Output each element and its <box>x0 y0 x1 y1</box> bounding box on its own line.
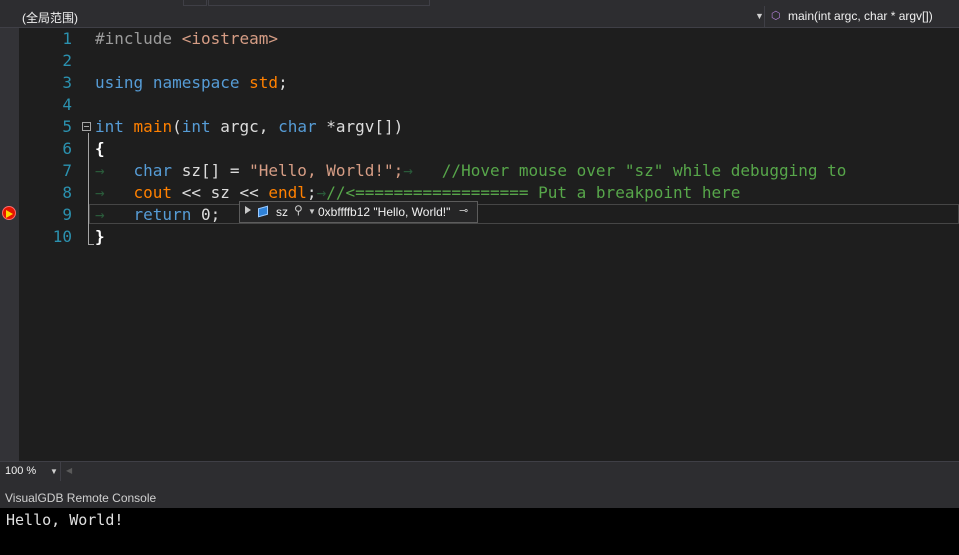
outline-guide-end <box>88 244 94 245</box>
line-number: 2 <box>62 51 72 70</box>
keyword: char <box>133 161 173 180</box>
string-literal: "Hello, World!"; <box>249 161 404 180</box>
return-value: 0; <box>191 205 221 224</box>
comment: //<================== Put a breakpoint h… <box>326 183 741 202</box>
namespace-name: std <box>249 73 279 92</box>
punctuation: , <box>258 117 269 136</box>
code-editor[interactable]: 1 2 3 4 5 6 7 8 9 10 #include <iostream>… <box>0 28 959 461</box>
tab-marker: → <box>95 205 134 224</box>
include-header: <iostream> <box>181 29 279 48</box>
line-number: 3 <box>62 73 72 92</box>
magnifier-icon[interactable]: ⚲ <box>294 203 303 217</box>
identifier: endl <box>268 183 307 202</box>
line-number: 10 <box>52 227 72 246</box>
pin-icon[interactable]: ⊸ <box>459 204 468 217</box>
identifier: cout <box>133 183 173 202</box>
glyph-margin[interactable] <box>0 28 19 461</box>
code-line-1[interactable]: #include <iostream> <box>95 28 278 50</box>
keyword: namespace <box>152 73 240 92</box>
punctuation: ; <box>278 73 288 92</box>
console-output: Hello, World! <box>6 511 124 529</box>
operator: << <box>172 183 211 202</box>
datatip-variable-name: sz <box>276 205 288 219</box>
open-brace: { <box>95 139 105 158</box>
preprocessor-directive: #include <box>95 29 173 48</box>
keyword: return <box>133 205 192 224</box>
tab-marker: → <box>95 183 134 202</box>
code-line-3[interactable]: using namespace std; <box>95 72 288 94</box>
function-label: main(int argc, char * argv[]) <box>788 9 933 23</box>
keyword: char <box>278 117 317 136</box>
tab-marker: → <box>403 161 442 180</box>
identifier: sz <box>210 183 230 202</box>
outline-guide <box>88 133 89 245</box>
zoom-level: 100 % <box>5 465 37 477</box>
tab-marker: → <box>316 183 327 202</box>
line-number: 7 <box>62 161 72 180</box>
scope-dropdown[interactable]: (全局范围) ▼ <box>0 6 764 27</box>
line-number: 9 <box>62 205 72 224</box>
code-line-9[interactable]: → return 0; <box>95 204 220 226</box>
line-number: 1 <box>62 29 72 48</box>
declaration: sz[] = <box>181 161 250 180</box>
code-line-7[interactable]: → char sz[] = "Hello, World!";→ //Hover … <box>95 160 846 182</box>
punctuation: ( <box>172 117 182 136</box>
code-line-10[interactable]: } <box>95 226 105 248</box>
code-line-5[interactable]: int main(int argc, char *argv[]) <box>95 116 403 138</box>
method-icon: ⬡ <box>771 10 781 22</box>
parameter: *argv[]) <box>326 117 404 136</box>
keyword: int <box>181 117 211 136</box>
remote-console[interactable]: Hello, World! <box>0 508 959 555</box>
expand-arrow-icon[interactable] <box>245 206 251 214</box>
editor-zoom-bar: 100 % ▼ ◀ <box>0 461 959 482</box>
comment: //Hover mouse over "sz" while debugging … <box>441 161 847 180</box>
line-number: 4 <box>62 95 72 114</box>
chevron-down-icon[interactable]: ▼ <box>50 467 58 476</box>
code-line-6[interactable]: { <box>95 138 105 160</box>
close-brace: } <box>95 227 105 246</box>
chevron-down-icon[interactable]: ▼ <box>308 207 316 216</box>
punctuation: ; <box>306 183 317 202</box>
scope-label: (全局范围) <box>22 11 78 25</box>
zoom-dropdown[interactable]: 100 % ▼ <box>0 462 61 481</box>
tool-window-header: VisualGDB Remote Console <box>0 488 959 508</box>
function-dropdown[interactable]: ⬡ main(int argc, char * argv[]) <box>766 6 959 27</box>
operator: << <box>229 183 269 202</box>
function-name: main <box>133 117 173 136</box>
collapse-outline-toggle[interactable] <box>82 122 91 131</box>
scroll-left-icon[interactable]: ◀ <box>66 466 72 475</box>
line-number: 6 <box>62 139 72 158</box>
keyword: using <box>95 73 144 92</box>
line-number: 5 <box>62 117 72 136</box>
chevron-down-icon[interactable]: ▼ <box>755 11 764 21</box>
breakpoint-icon[interactable] <box>2 206 16 220</box>
tool-window-title: VisualGDB Remote Console <box>5 491 157 505</box>
divider <box>764 6 765 27</box>
parameter: argc <box>220 117 259 136</box>
navigation-bar: (全局范围) ▼ ⬡ main(int argc, char * argv[]) <box>0 6 959 28</box>
line-number: 8 <box>62 183 72 202</box>
datatip-value[interactable]: 0xbffffb12 "Hello, World!" <box>318 205 450 219</box>
variable-icon <box>258 205 268 218</box>
tab-marker: → <box>95 161 134 180</box>
keyword: int <box>95 117 124 136</box>
debugger-datatip[interactable]: sz ⚲ ▼ 0xbffffb12 "Hello, World!" ⊸ <box>239 201 478 223</box>
current-statement-arrow-icon <box>6 210 13 218</box>
